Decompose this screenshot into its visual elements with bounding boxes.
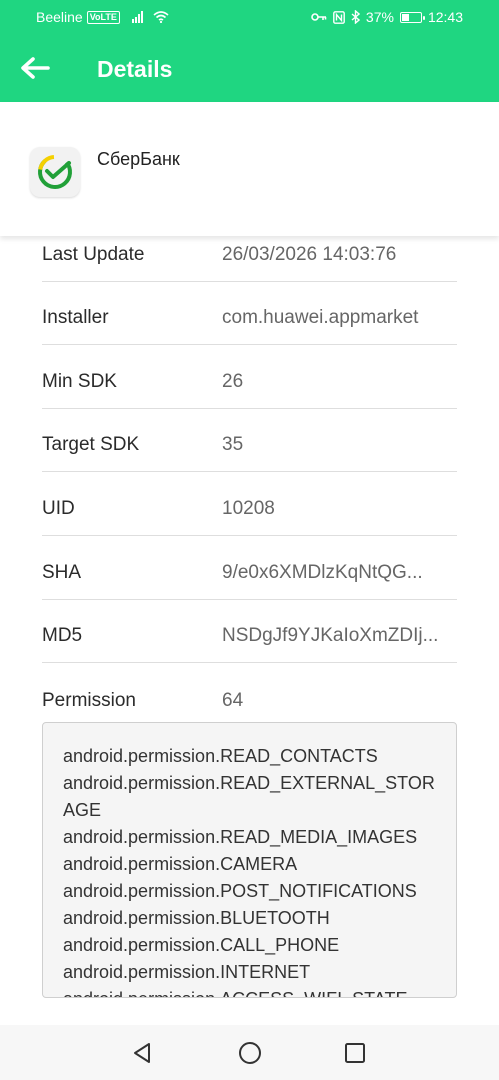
detail-value: 9/e0x6XMDlzKqNtQG...	[222, 561, 423, 583]
status-icons: 37% 12:43	[311, 9, 463, 25]
detail-row-uid: UID 10208	[42, 472, 457, 536]
detail-row-permission: Permission 64	[42, 663, 457, 727]
detail-key: Min SDK	[42, 370, 117, 392]
permission-item: android.permission.INTERNET	[63, 962, 311, 982]
permission-item: android.permission.BLUETOOTH	[63, 908, 330, 928]
app-name: СберБанк	[97, 149, 180, 169]
bluetooth-icon	[351, 10, 360, 24]
detail-key: Permission	[42, 689, 136, 711]
page-title: Details	[97, 56, 173, 82]
permission-item: android.permission.READ_EXTERNAL_STORAGE	[63, 773, 435, 820]
detail-row-target-sdk: Target SDK 35	[42, 409, 457, 473]
permission-item: android.permission.READ_CONTACTS	[63, 746, 378, 766]
detail-row-sha[interactable]: SHA 9/e0x6XMDlzKqNtQG...	[42, 536, 457, 600]
wifi-icon	[153, 11, 169, 23]
nav-recents-icon[interactable]	[342, 1040, 368, 1066]
status-bar: Beeline VoLTE 37% 12:43	[0, 0, 499, 36]
carrier-name: Beeline	[36, 9, 83, 25]
sberbank-logo-icon	[30, 147, 80, 197]
app-root: Beeline VoLTE 37% 12:43 Details СберБанк…	[0, 0, 499, 1080]
detail-value: 26	[222, 370, 244, 392]
detail-row-min-sdk: Min SDK 26	[42, 345, 457, 409]
detail-value: 35	[222, 434, 244, 456]
permission-item: android.permission.READ_MEDIA_IMAGES	[63, 827, 418, 847]
detail-key: MD5	[42, 625, 83, 647]
detail-key: Installer	[42, 307, 109, 329]
app-bar: Details	[0, 36, 499, 102]
app-header: СберБанк	[0, 102, 499, 236]
detail-row-md5[interactable]: MD5 NSDgJf9YJKaIoXmZDIj...	[42, 600, 457, 664]
top-bar: Beeline VoLTE 37% 12:43 Details	[0, 0, 499, 102]
permission-item: android.permission.CALL_PHONE	[63, 935, 340, 955]
permission-item: android.permission.CAMERA	[63, 854, 298, 874]
clock: 12:43	[427, 9, 463, 25]
detail-key: Last Update	[42, 243, 145, 265]
detail-key: Target SDK	[42, 434, 140, 456]
details-list: Last Update 26/03/2026 14:03:76 Installe…	[42, 218, 457, 727]
permissions-list[interactable]: android.permission.READ_CONTACTS android…	[42, 722, 457, 998]
detail-value: NSDgJf9YJKaIoXmZDIj...	[222, 625, 439, 647]
nfc-icon	[333, 10, 345, 24]
battery-icon	[399, 11, 425, 23]
carrier-info: Beeline VoLTE	[36, 9, 169, 25]
detail-value: 64	[222, 689, 244, 711]
battery-percent: 37%	[365, 9, 394, 25]
detail-row-installer: Installer com.huawei.appmarket	[42, 282, 457, 346]
detail-value: 26/03/2026 14:03:76	[222, 243, 397, 265]
nav-home-icon[interactable]	[237, 1040, 263, 1066]
nav-back-icon[interactable]	[130, 1040, 156, 1066]
volte-badge: VoLTE	[86, 10, 120, 24]
detail-key: SHA	[42, 561, 82, 583]
detail-value: 10208	[222, 497, 275, 519]
permission-item: android.permission.ACCESS_WIFI_STATE	[63, 986, 444, 997]
signal-icon	[131, 11, 143, 23]
system-nav-bar	[0, 1025, 499, 1080]
permission-item: android.permission.POST_NOTIFICATIONS	[63, 881, 417, 901]
detail-value: com.huawei.appmarket	[222, 307, 419, 329]
key-icon	[311, 13, 327, 21]
detail-key: UID	[42, 497, 75, 519]
arrow-left-icon[interactable]	[18, 54, 52, 82]
